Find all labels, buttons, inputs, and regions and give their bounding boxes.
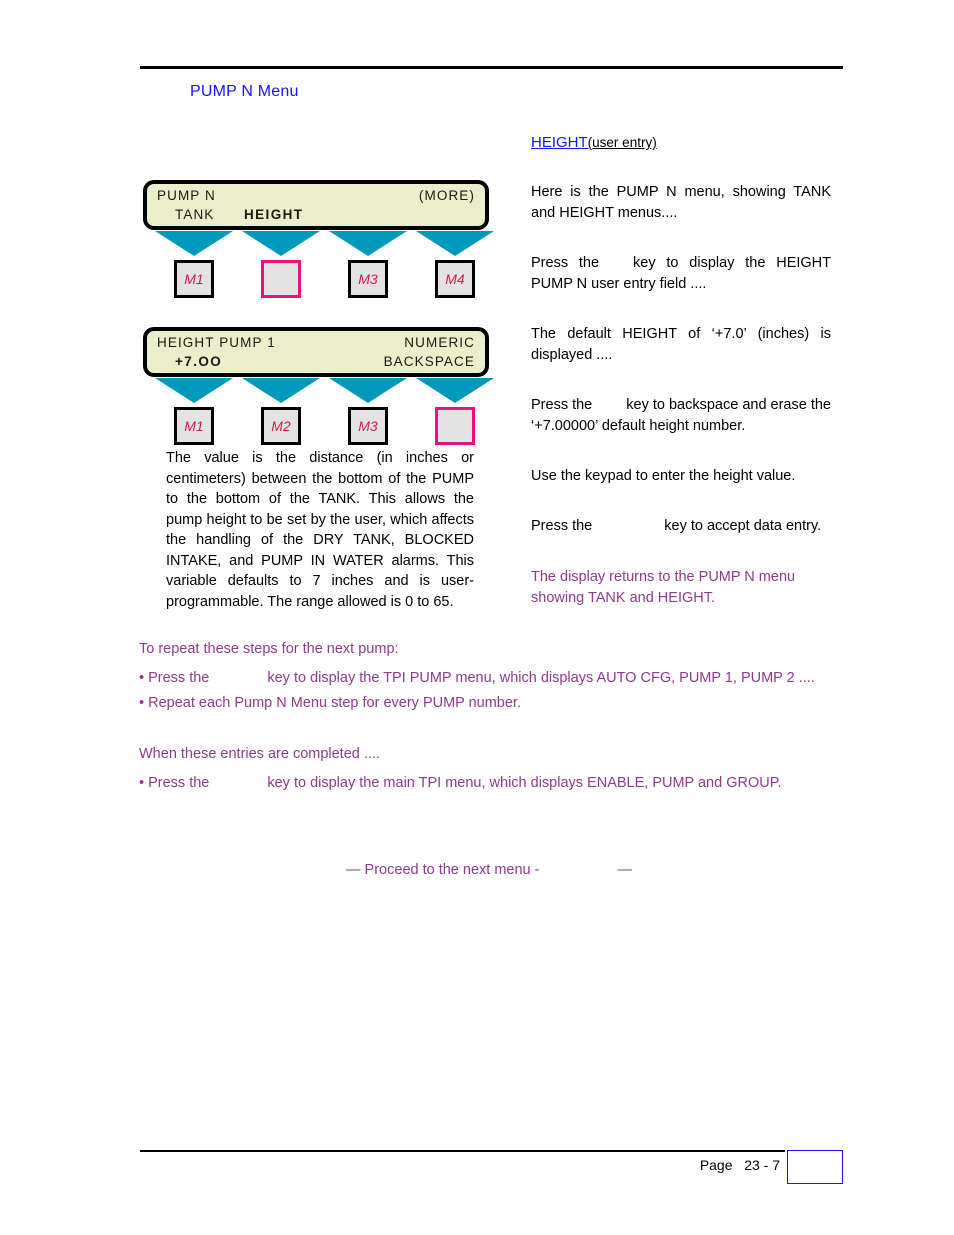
right-paragraph-6: Press the key to accept data entry. xyxy=(531,516,831,537)
proceed-dash: — xyxy=(617,862,632,878)
softkey-m1[interactable]: M1 xyxy=(174,407,214,445)
repeat-instructions-block: To repeat these steps for the next pump:… xyxy=(139,638,839,797)
lcd-line-2: TANK HEIGHT xyxy=(147,205,485,225)
repeat-lead-line: To repeat these steps for the next pump: xyxy=(139,641,399,657)
down-arrow-icon xyxy=(329,378,407,403)
completion-bullet-1-prefix: • Press the xyxy=(139,775,210,791)
softkey-m4[interactable]: M4 xyxy=(435,260,475,298)
right-paragraph-2-prefix: Press the xyxy=(531,255,600,271)
footer-page-indicator: Page 23 - 7 xyxy=(660,1157,780,1173)
lcd-line-2: +7.OO BACKSPACE xyxy=(147,352,485,372)
lcd-line-1: HEIGHT PUMP 1 NUMERIC xyxy=(147,333,485,353)
footer-logo-box xyxy=(787,1150,843,1184)
repeat-bullet-1-prefix: • Press the xyxy=(139,670,210,686)
softkey-arrow-row xyxy=(143,231,494,258)
down-arrow-icon xyxy=(416,231,494,256)
section-heading: HEIGHT(user entry) xyxy=(531,134,657,151)
height-pump-1-display-group: HEIGHT PUMP 1 NUMERIC +7.OO BACKSPACE M1… xyxy=(143,327,494,445)
down-arrow-icon xyxy=(242,231,320,256)
left-description-paragraph: The value is the distance (in inches or … xyxy=(166,450,474,610)
section-heading-note: (user entry) xyxy=(587,135,657,150)
section-heading-link: HEIGHT xyxy=(531,134,588,151)
down-arrow-icon xyxy=(155,231,233,256)
right-paragraph-2: Press the key to display the HEIGHT PUMP … xyxy=(531,253,831,294)
repeat-bullet-1: • Press the key to display the TPI PUMP m… xyxy=(139,667,839,690)
repeat-bullet-2: • Repeat each Pump N Menu step for every… xyxy=(139,695,521,711)
lcd-screen-height-entry: HEIGHT PUMP 1 NUMERIC +7.OO BACKSPACE xyxy=(143,327,489,377)
lcd-cell-title: PUMP N xyxy=(157,188,216,203)
lcd-screen-pump-n: PUMP N (MORE) TANK HEIGHT xyxy=(143,180,489,230)
right-paragraph-3: The default HEIGHT of ‘+7.0’ (inches) is… xyxy=(531,326,831,363)
page-title: PUMP N Menu xyxy=(190,83,299,100)
softkey-button-row: M1 M3 M4 xyxy=(143,260,489,302)
completion-bullet-1: • Press the key to display the main TPI m… xyxy=(139,772,839,795)
lcd-cell-height: HEIGHT xyxy=(244,207,304,222)
proceed-to-next-menu-line: — Proceed to the next menu - — xyxy=(139,862,839,878)
pump-n-menu-display-group: PUMP N (MORE) TANK HEIGHT M1 M3 M4 xyxy=(143,180,494,298)
down-arrow-icon xyxy=(242,378,320,403)
proceed-text: — Proceed to the next menu - xyxy=(346,862,540,878)
softkey-m3[interactable]: M3 xyxy=(348,260,388,298)
right-paragraph-4: Press the key to backspace and erase the … xyxy=(531,395,831,436)
header-rule xyxy=(140,66,843,69)
down-arrow-icon xyxy=(155,378,233,403)
right-paragraph-6-prefix: Press the xyxy=(531,518,593,534)
right-paragraph-4-prefix: Press the xyxy=(531,397,593,413)
lcd-cell-backspace: BACKSPACE xyxy=(383,354,475,369)
softkey-m4-selected[interactable] xyxy=(435,407,475,445)
softkey-m2-selected[interactable] xyxy=(261,260,301,298)
footer-rule xyxy=(140,1150,785,1152)
lcd-cell-title: HEIGHT PUMP 1 xyxy=(157,335,276,350)
softkey-arrow-row xyxy=(143,378,494,405)
lcd-cell-tank: TANK xyxy=(175,207,215,222)
right-paragraph-5: Use the keypad to enter the height value… xyxy=(531,468,796,484)
completion-bullet-1-suffix: key to display the main TPI menu, which … xyxy=(267,775,782,791)
right-paragraph-1: Here is the PUMP N menu, showing TANK an… xyxy=(531,184,831,221)
repeat-bullet-1-suffix: key to display the TPI PUMP menu, which … xyxy=(267,670,815,686)
down-arrow-icon xyxy=(416,378,494,403)
softkey-m2[interactable]: M2 xyxy=(261,407,301,445)
lcd-cell-numeric: NUMERIC xyxy=(404,335,475,350)
footer-page-number: 23 - 7 xyxy=(744,1157,780,1173)
right-paragraph-7: The display returns to the PUMP N menu s… xyxy=(531,569,796,606)
down-arrow-icon xyxy=(329,231,407,256)
softkey-m1[interactable]: M1 xyxy=(174,260,214,298)
lcd-line-1: PUMP N (MORE) xyxy=(147,186,485,206)
lcd-cell-more: (MORE) xyxy=(418,188,475,203)
completion-lead-line: When these entries are completed .... xyxy=(139,746,380,762)
right-paragraph-6-suffix: key to accept data entry. xyxy=(664,518,822,534)
footer-page-label: Page xyxy=(699,1157,733,1173)
softkey-m3[interactable]: M3 xyxy=(348,407,388,445)
softkey-button-row: M1 M2 M3 xyxy=(143,407,489,449)
lcd-cell-value: +7.OO xyxy=(175,354,223,369)
